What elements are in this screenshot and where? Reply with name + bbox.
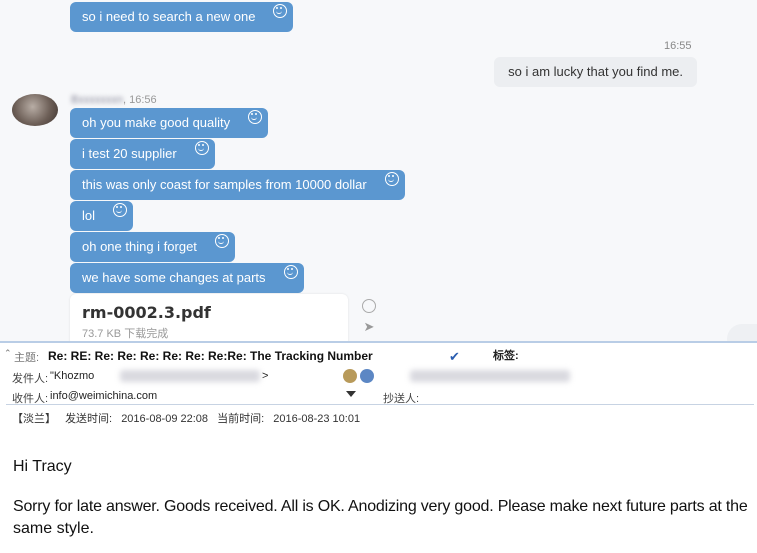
outgoing-message-bubble[interactable]: so i am lucky that you find me. xyxy=(494,57,697,87)
chat-message-bubble[interactable]: oh you make good quality xyxy=(70,108,269,138)
mail-body-line: Sorry for late answer. Goods received. A… xyxy=(13,498,748,515)
mail-greeting: Hi Tracy xyxy=(13,458,72,475)
subject-label: 主题: xyxy=(14,352,40,364)
read-label: 【淡兰】 xyxy=(12,413,56,425)
subject: Re: RE: Re: Re: Re: Re: Re: Re:Re: The T… xyxy=(48,349,373,363)
chat-message-bubble[interactable]: lol xyxy=(70,201,134,231)
contact-icon[interactable] xyxy=(343,369,357,383)
smile-icon[interactable] xyxy=(113,203,128,217)
collapse-icon[interactable]: ⌃ xyxy=(4,348,12,359)
smile-icon[interactable] xyxy=(273,4,288,18)
from-label: 发件人: xyxy=(12,373,49,385)
message-text: this was only coast for samples from 100… xyxy=(82,177,367,192)
message-text: so i am lucky that you find me. xyxy=(508,64,683,79)
current-label: 当前时间: xyxy=(217,413,265,425)
sender-time: 16:56 xyxy=(129,94,157,106)
message-text: oh you make good quality xyxy=(82,115,231,130)
message-text: we have some changes at parts xyxy=(82,270,266,285)
smile-icon[interactable] xyxy=(362,299,376,313)
sent-label: 发送时间: xyxy=(65,413,113,425)
redacted-email xyxy=(120,370,260,382)
forward-icon[interactable]: ➤ xyxy=(362,320,376,334)
chat-message-bubble[interactable]: i test 20 supplier xyxy=(70,139,215,169)
search-contact-icon[interactable] xyxy=(360,369,374,383)
smile-icon[interactable] xyxy=(194,141,209,155)
current-time: 2016-08-23 10:01 xyxy=(273,413,361,425)
sender-name-blurred: Bxxxxxxxn xyxy=(71,94,123,106)
chat-message-bubble[interactable]: oh one thing i forget xyxy=(70,232,235,262)
chat-panel: so i need to search a new one 16:55 so i… xyxy=(0,0,757,343)
message-text: lol xyxy=(82,208,96,223)
avatar[interactable] xyxy=(12,94,58,126)
mail-meta: 【淡兰】 发送时间: 2016-08-09 22:08 当前时间: 2016-0… xyxy=(12,410,366,426)
message-text: i test 20 supplier xyxy=(82,146,177,161)
to-value: info@weimichina.com xyxy=(50,390,158,402)
tag-label: 标签: xyxy=(493,350,519,362)
message-text: so i need to search a new one xyxy=(82,9,256,24)
file-status: 73.7 KB 下载完成 xyxy=(82,325,168,341)
dropdown-arrow-icon[interactable] xyxy=(346,391,356,397)
file-size: 73.7 KB xyxy=(82,328,122,340)
email-view: ⌃ 主题: Re: RE: Re: Re: Re: Re: Re: Re:Re:… xyxy=(0,341,757,553)
smile-icon[interactable] xyxy=(214,234,229,248)
sender-line: Bxxxxxxxn, 16:56 xyxy=(71,94,157,106)
sent-time: 2016-08-09 22:08 xyxy=(121,413,209,425)
smile-icon[interactable] xyxy=(248,110,263,124)
check-icon[interactable]: ✔ xyxy=(449,349,460,365)
timestamp: 16:55 xyxy=(664,40,692,52)
smile-icon[interactable] xyxy=(384,172,399,186)
chat-message-bubble[interactable]: we have some changes at parts xyxy=(70,263,304,293)
from-value: "Khozmo xyxy=(50,370,95,382)
smile-icon[interactable] xyxy=(283,265,298,279)
from-suffix: > xyxy=(262,370,269,382)
mail-body-line: same style. xyxy=(13,520,94,537)
file-name: rm-0002.3.pdf xyxy=(82,303,211,322)
download-status: 下载完成 xyxy=(124,328,169,340)
divider xyxy=(6,404,754,405)
chat-message-bubble[interactable]: this was only coast for samples from 100… xyxy=(70,170,405,200)
message-text: oh one thing i forget xyxy=(82,239,197,254)
chat-message-bubble[interactable]: so i need to search a new one xyxy=(70,2,294,32)
file-attachment-card[interactable]: rm-0002.3.pdf 73.7 KB 下载完成 xyxy=(70,294,348,343)
redacted-recipient xyxy=(410,370,570,382)
